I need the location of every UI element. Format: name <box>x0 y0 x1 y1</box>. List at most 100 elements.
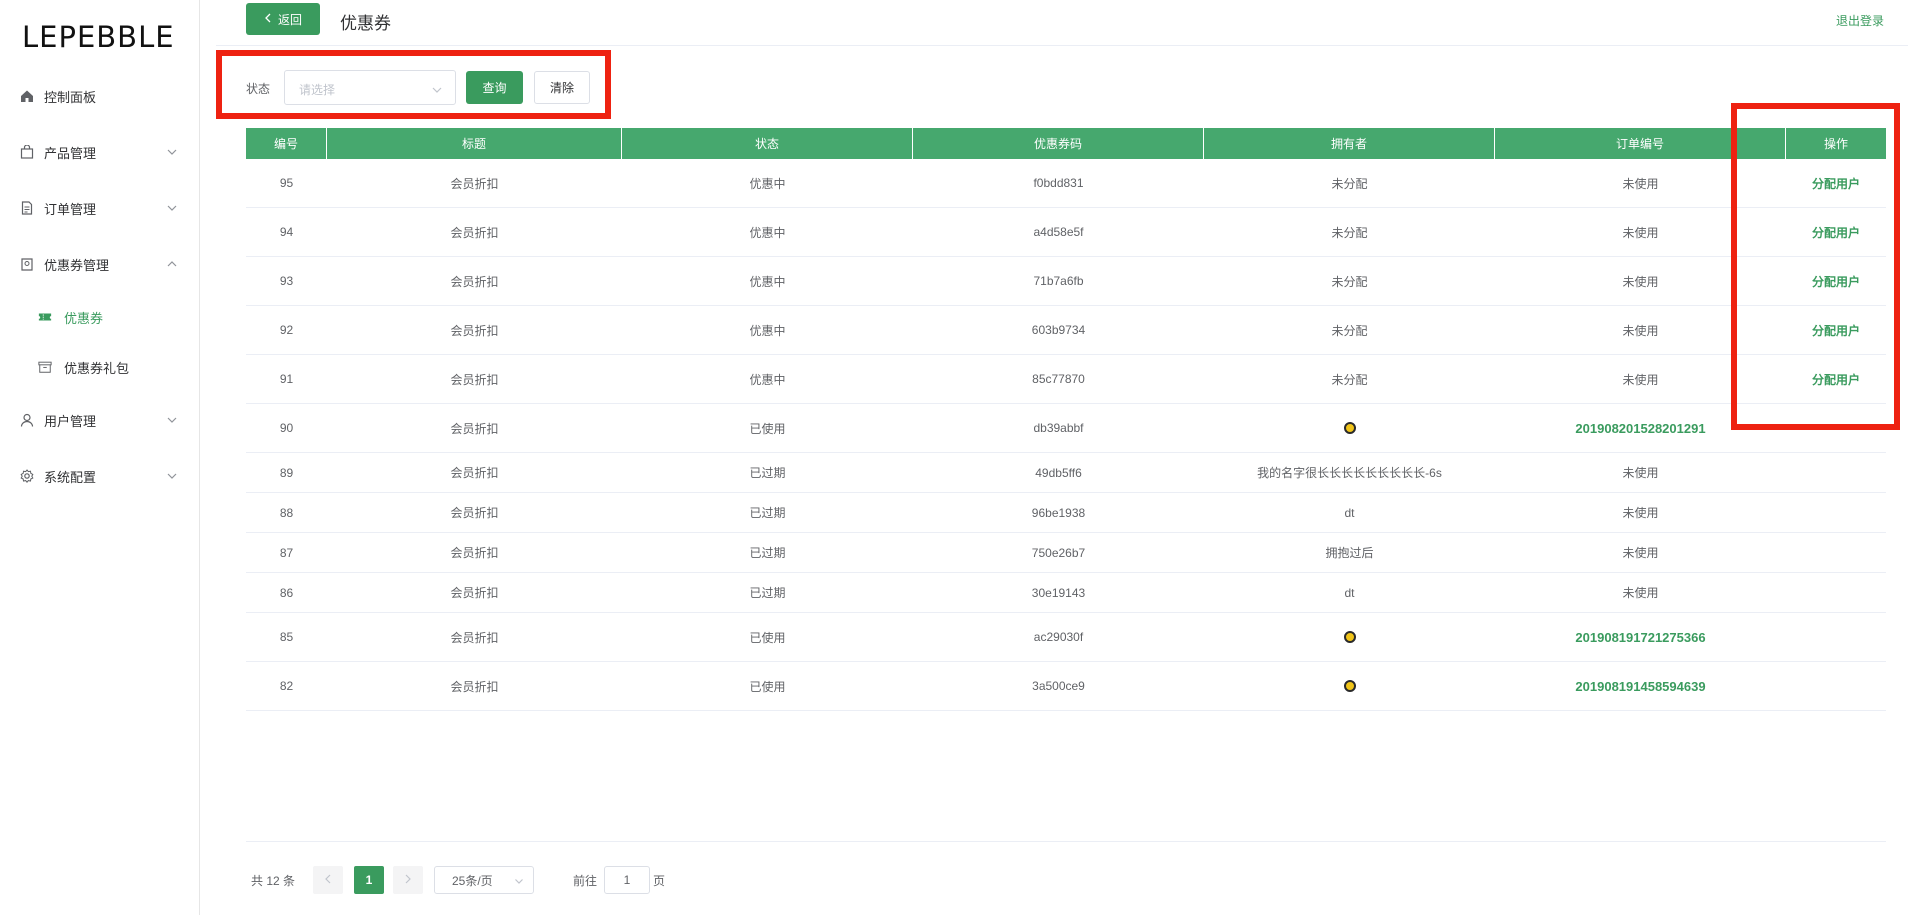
assign-user-button[interactable]: 分配用户 <box>1786 208 1886 256</box>
chevron-left-icon <box>324 873 332 887</box>
sidebar-item-products[interactable]: 产品管理 <box>0 138 200 166</box>
assign-user-button-text[interactable]: 分配用户 <box>1812 371 1860 388</box>
cell-order-text: 未使用 <box>1622 546 1659 560</box>
cell-id-text: 87 <box>279 545 294 560</box>
cell-id: 94 <box>246 208 327 256</box>
cell-order-link-text[interactable]: 201908191721275366 <box>1575 630 1705 645</box>
cell-code: f0bdd831 <box>913 159 1204 207</box>
cell-owner-text: dt <box>1344 505 1355 520</box>
cell-status-text: 已过期 <box>749 546 786 560</box>
table-row: 92 会员折扣 优惠中 603b9734 未分配 未使用 分配用户 <box>246 306 1886 355</box>
cell-owner: 未分配 <box>1204 257 1495 305</box>
top-header: 返回 优惠券 退出登录 <box>216 0 1908 46</box>
page-size-label: 25条/页 <box>452 873 493 888</box>
sidebar-item-coupons[interactable]: 优惠券 <box>0 303 200 331</box>
cell-order: 未使用 <box>1495 159 1786 207</box>
cell-status: 已使用 <box>622 404 913 452</box>
assign-user-button[interactable]: 分配用户 <box>1786 306 1886 354</box>
next-page-button[interactable] <box>393 866 423 894</box>
cell-order-link-text[interactable]: 201908191458594639 <box>1575 679 1705 694</box>
cell-owner-text: 我的名字很长长长长长长长长长-6s <box>1257 466 1442 480</box>
sidebar-item-settings[interactable]: 系统配置 <box>0 462 200 490</box>
cell-title-text: 会员折扣 <box>450 274 499 289</box>
cell-owner <box>1204 404 1495 452</box>
assign-user-button-text[interactable]: 分配用户 <box>1812 322 1860 339</box>
cell-order-link-text[interactable]: 201908201528201291 <box>1575 421 1705 436</box>
cell-code: 3a500ce9 <box>913 662 1204 710</box>
sidebar-item-orders[interactable]: 订单管理 <box>0 194 200 222</box>
cell-order-link[interactable]: 201908191721275366 <box>1495 613 1786 661</box>
cell-owner-text: 未分配 <box>1331 372 1368 387</box>
cell-title-text: 会员折扣 <box>450 372 499 387</box>
cell-status-text: 已过期 <box>749 466 786 480</box>
cell-owner: 未分配 <box>1204 159 1495 207</box>
back-button[interactable]: 返回 <box>246 3 320 35</box>
cell-code: 96be1938 <box>913 493 1204 532</box>
sidebar-item-label: 控制面板 <box>44 89 97 105</box>
cell-action <box>1786 493 1886 532</box>
sidebar: LEPEBBLE 控制面板 产品管理 订单管理 优惠券管理 优惠券 优惠券礼包 … <box>0 0 200 915</box>
cell-owner-text: dt <box>1344 585 1355 600</box>
sidebar-item-coupon-management[interactable]: 优惠券管理 <box>0 250 200 278</box>
cell-title-text: 会员折扣 <box>450 679 499 694</box>
table-row: 85 会员折扣 已使用 ac29030f 201908191721275366 <box>246 613 1886 662</box>
assign-user-button[interactable]: 分配用户 <box>1786 355 1886 403</box>
cell-status-text: 已使用 <box>749 630 786 645</box>
cell-title-text: 会员折扣 <box>450 225 499 240</box>
cell-owner <box>1204 662 1495 710</box>
status-select[interactable]: 请选择 <box>284 70 456 105</box>
owner-avatar-icon <box>1343 680 1356 692</box>
cell-id-text: 86 <box>279 585 294 600</box>
cell-title-text: 会员折扣 <box>450 506 499 520</box>
cell-order: 未使用 <box>1495 257 1786 305</box>
sidebar-item-users[interactable]: 用户管理 <box>0 406 200 434</box>
cell-owner-text: 未分配 <box>1331 323 1368 338</box>
home-icon <box>20 89 34 103</box>
table-header: 编号 标题 状态 优惠券码 拥有者 订单编号 操作 <box>246 128 1886 159</box>
cell-order-link[interactable]: 201908201528201291 <box>1495 404 1786 452</box>
sidebar-item-label: 订单管理 <box>44 201 97 217</box>
cell-action <box>1786 453 1886 492</box>
goto-page-input[interactable]: 1 <box>604 866 650 894</box>
cell-code: 603b9734 <box>913 306 1204 354</box>
cell-code-text: f0bdd831 <box>1033 176 1084 190</box>
user-icon <box>20 413 34 427</box>
page-suffix-label: 页 <box>653 874 666 888</box>
cell-order: 未使用 <box>1495 306 1786 354</box>
assign-user-button-text[interactable]: 分配用户 <box>1812 273 1860 290</box>
sidebar-item-dashboard[interactable]: 控制面板 <box>0 82 200 110</box>
cell-action <box>1786 662 1886 710</box>
page-title: 优惠券 <box>340 14 391 33</box>
cell-title: 会员折扣 <box>327 355 622 403</box>
gear-icon <box>20 469 34 483</box>
cell-status: 已过期 <box>622 453 913 492</box>
table-row: 88 会员折扣 已过期 96be1938 dt 未使用 <box>246 493 1886 533</box>
cell-code-text: 3a500ce9 <box>1032 679 1085 693</box>
sidebar-item-label: 系统配置 <box>44 469 97 485</box>
cell-title: 会员折扣 <box>327 208 622 256</box>
clear-button[interactable]: 清除 <box>534 71 590 104</box>
cell-status-text: 已过期 <box>749 506 786 520</box>
cell-id: 85 <box>246 613 327 661</box>
sidebar-item-coupon-packs[interactable]: 优惠券礼包 <box>0 353 200 381</box>
cell-id: 82 <box>246 662 327 710</box>
cell-title-text: 会员折扣 <box>450 546 499 560</box>
query-button[interactable]: 查询 <box>466 71 523 104</box>
assign-user-button-text[interactable]: 分配用户 <box>1812 224 1860 241</box>
page-size-select[interactable]: 25条/页 <box>434 866 534 894</box>
assign-user-button[interactable]: 分配用户 <box>1786 159 1886 207</box>
cell-code: 30e19143 <box>913 573 1204 612</box>
cell-code-text: 603b9734 <box>1031 323 1086 337</box>
cell-title-text: 会员折扣 <box>450 586 499 600</box>
assign-user-button[interactable]: 分配用户 <box>1786 257 1886 305</box>
sidebar-item-label: 用户管理 <box>44 413 97 429</box>
page-number-current[interactable]: 1 <box>354 866 384 894</box>
logout-link[interactable]: 退出登录 <box>1836 12 1884 29</box>
cell-code-text: 85c77870 <box>1032 372 1085 386</box>
column-header-status: 状态 <box>622 128 913 159</box>
table-row: 87 会员折扣 已过期 750e26b7 拥抱过后 未使用 <box>246 533 1886 573</box>
assign-user-button-text[interactable]: 分配用户 <box>1812 175 1860 192</box>
prev-page-button[interactable] <box>313 866 343 894</box>
cell-title-text: 会员折扣 <box>450 421 499 436</box>
cell-order-link[interactable]: 201908191458594639 <box>1495 662 1786 710</box>
